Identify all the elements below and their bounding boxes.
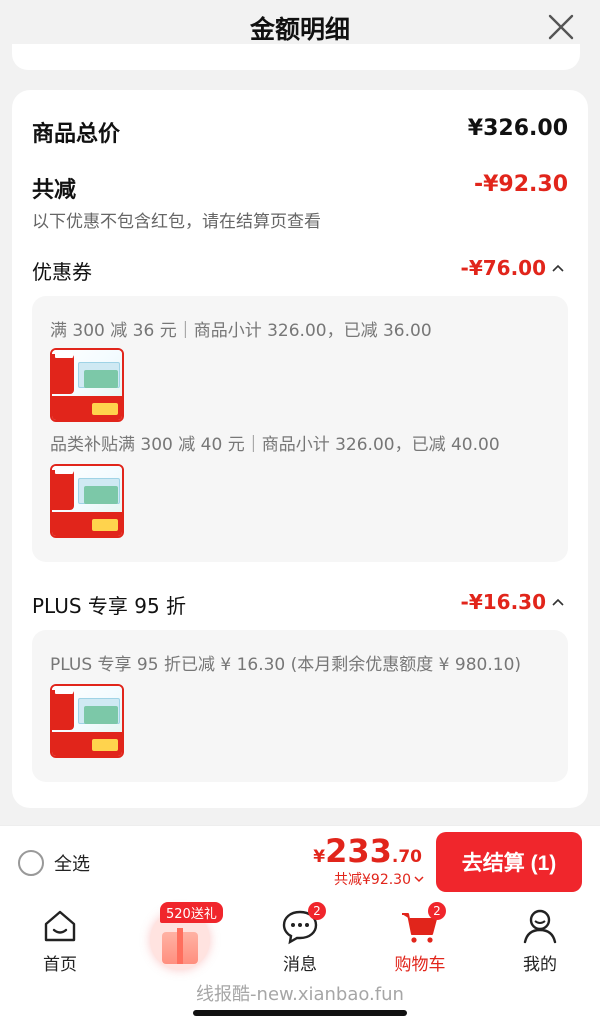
plus-section-value: -¥16.30: [460, 590, 546, 614]
bottom-tab-bar: 首页 520送礼 2 消息 2 购物车 我的: [0, 898, 600, 1028]
coupon-section-label: 优惠券: [32, 260, 92, 284]
select-all-checkbox[interactable]: [18, 850, 44, 876]
discount-text: 共减¥92.30: [334, 872, 411, 888]
home-icon: [44, 910, 76, 942]
home-indicator: [193, 1010, 407, 1016]
discount-note: 以下优惠不包含红包，请在结算页查看: [32, 212, 321, 232]
coupon-item-desc: 品类补贴满 300 减 40 元｜商品小计 326.00，已减 40.00: [50, 435, 500, 455]
tab-profile[interactable]: 我的: [480, 906, 600, 975]
product-thumbnail: [50, 348, 124, 422]
price-currency: ¥: [313, 847, 326, 867]
total-reduce-label: 共减: [32, 178, 77, 203]
chevron-up-icon: [552, 264, 564, 272]
amount-detail-card: 商品总价 ¥326.00 共减 -¥92.30 以下优惠不包含红包，请在结算页查…: [12, 90, 588, 808]
product-thumbnail: [50, 684, 124, 758]
total-price: ¥ 233 .70: [313, 832, 422, 870]
watermark-text: 线报酷-new.xianbao.fun: [196, 984, 404, 1005]
coupon-item-desc: 满 300 减 36 元｜商品小计 326.00，已减 36.00: [50, 321, 432, 341]
plus-detail-panel: PLUS 专享 95 折已减 ¥ 16.30 (本月剩余优惠额度 ¥ 980.1…: [32, 630, 568, 782]
price-decimal: .70: [391, 847, 422, 867]
close-icon[interactable]: [546, 12, 576, 42]
tab-label: 消息: [283, 955, 317, 975]
discount-detail-toggle[interactable]: 共减¥92.30: [334, 869, 424, 889]
checkout-button[interactable]: 去结算 (1): [436, 832, 582, 892]
coupon-section-value: -¥76.00: [460, 256, 546, 280]
tab-messages[interactable]: 2 消息: [240, 902, 360, 975]
gift-tag: 520送礼: [160, 902, 223, 923]
select-all-label[interactable]: 全选: [54, 850, 90, 876]
price-integer: 233: [325, 832, 392, 870]
tab-label: 首页: [43, 955, 77, 975]
plus-item-desc: PLUS 专享 95 折已减 ¥ 16.30 (本月剩余优惠额度 ¥ 980.1…: [50, 655, 522, 675]
plus-section-toggle[interactable]: -¥16.30: [461, 590, 564, 614]
sheet-title: 金额明细: [249, 15, 350, 44]
total-price-value: ¥326.00: [467, 116, 568, 141]
tab-label: 购物车: [394, 955, 446, 975]
tab-cart[interactable]: 2 购物车: [360, 902, 480, 975]
coupon-detail-panel: 满 300 减 36 元｜商品小计 326.00，已减 36.00 品类补贴满 …: [32, 296, 568, 562]
plus-section-label: PLUS 专享 95 折: [32, 594, 187, 618]
amount-detail-sheet: 金额明细 商品总价 ¥326.00 共减 -¥92.30 以下优惠不包含红包，请…: [0, 0, 600, 825]
chevron-down-icon: [414, 875, 424, 882]
product-thumbnail: [50, 464, 124, 538]
checkout-bar: 全选 ¥ 233 .70 共减¥92.30 去结算 (1): [0, 825, 600, 898]
message-badge: 2: [308, 902, 326, 920]
tab-label: 我的: [523, 955, 557, 975]
tab-home[interactable]: 首页: [0, 906, 120, 975]
cart-badge: 2: [428, 902, 446, 920]
total-reduce-value: -¥92.30: [473, 172, 568, 197]
coupon-section-toggle[interactable]: -¥76.00: [461, 256, 564, 280]
profile-icon: [523, 909, 557, 944]
total-price-label: 商品总价: [32, 122, 121, 147]
previous-card-edge: [12, 44, 580, 70]
chevron-up-icon: [552, 598, 564, 606]
